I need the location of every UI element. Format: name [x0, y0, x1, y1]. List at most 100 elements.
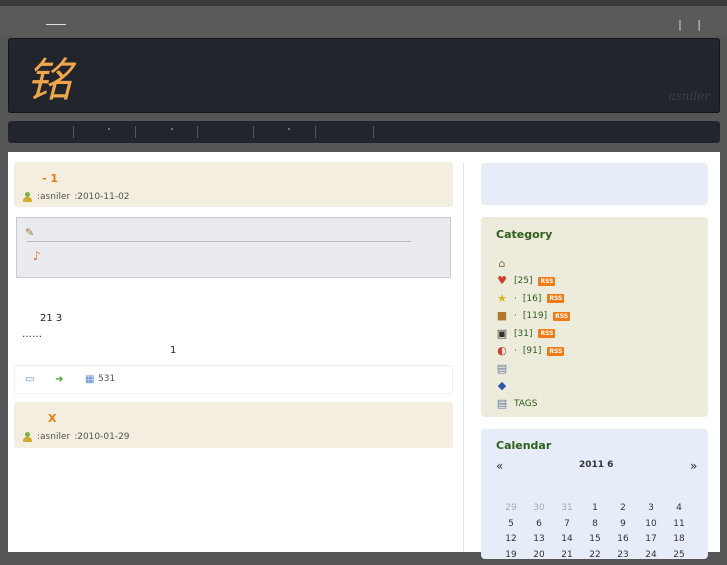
sidebar-search-box: [481, 163, 708, 205]
nav-separator: [197, 126, 198, 138]
calendar-day[interactable]: 6: [525, 519, 553, 535]
nav-separator: [315, 126, 316, 138]
calendar-week: 19202122232425: [497, 550, 707, 565]
calendar-day[interactable]: 12: [497, 534, 525, 550]
post-date: :2010-01-29: [74, 432, 129, 442]
calendar-day[interactable]: 18: [665, 534, 693, 550]
category-prefix: ·: [514, 294, 517, 304]
category-item[interactable]: ◐ · [91] RSS: [496, 343, 570, 361]
main-nav: [8, 121, 720, 143]
calendar-week: 567891011: [497, 519, 707, 535]
player-divider: [27, 241, 411, 242]
calendar-day[interactable]: 10: [637, 519, 665, 535]
category-count: [25]: [514, 276, 532, 286]
post-title[interactable]: X: [48, 412, 56, 425]
category-item[interactable]: ▤: [496, 360, 570, 378]
site-header: 铭 asniler: [8, 38, 720, 113]
post-body-line: 21 3: [40, 313, 62, 324]
category-item-home[interactable]: ⌂: [496, 255, 570, 273]
tags-icon: ▤: [496, 398, 508, 410]
category-title: Category: [496, 228, 552, 241]
post-date: :2010-11-02: [74, 192, 129, 202]
calendar-day[interactable]: 23: [609, 550, 637, 565]
star-icon: ★: [496, 293, 508, 305]
calendar-day[interactable]: 15: [581, 534, 609, 550]
music-note-icon[interactable]: ♪: [33, 249, 41, 263]
post-actions: ▭ ➜ ▦ 531: [14, 365, 453, 394]
calendar-day[interactable]: 17: [637, 534, 665, 550]
user-icon: [22, 432, 33, 442]
rss-icon[interactable]: RSS: [538, 277, 555, 286]
post-header: - 1 :asniler :2010-11-02: [14, 162, 453, 207]
site-logo[interactable]: 铭: [26, 44, 72, 110]
category-item[interactable]: ▣ [31] RSS: [496, 325, 570, 343]
calendar-day[interactable]: 21: [553, 550, 581, 565]
category-item[interactable]: ■ · [119] RSS: [496, 308, 570, 326]
calendar-day[interactable]: 13: [525, 534, 553, 550]
calendar-day[interactable]: 7: [553, 519, 581, 535]
box-icon: ■: [496, 310, 508, 322]
arrow-right-icon[interactable]: ➜: [55, 374, 63, 385]
user-icon: [22, 192, 33, 202]
nav-separator: [373, 126, 374, 138]
calendar-day[interactable]: 31: [553, 503, 581, 519]
instrument-icon: ✎: [25, 226, 34, 239]
post-meta: :asniler :2010-11-02: [22, 192, 130, 202]
category-item[interactable]: ◆: [496, 378, 570, 396]
calendar-day[interactable]: 19: [497, 550, 525, 565]
category-list: ⌂ ♥ [25] RSS ★ · [16] RSS ■ · [119] RSS …: [496, 255, 570, 413]
category-count: [16]: [523, 294, 541, 304]
category-item[interactable]: ♥ [25] RSS: [496, 273, 570, 291]
view-count: 531: [98, 374, 115, 384]
calendar-day[interactable]: 8: [581, 519, 609, 535]
calendar-week: 2930311234: [497, 503, 707, 519]
home-icon: ⌂: [496, 258, 508, 270]
calendar-day[interactable]: 9: [609, 519, 637, 535]
category-count: [119]: [523, 311, 547, 321]
nav-item[interactable]: [108, 128, 110, 130]
category-item[interactable]: ★ · [16] RSS: [496, 290, 570, 308]
calendar-icon: ▦: [85, 374, 94, 385]
calendar-day[interactable]: 24: [637, 550, 665, 565]
compass-icon: ◐: [496, 345, 508, 357]
calendar-next[interactable]: »: [690, 459, 697, 473]
calendar-prev[interactable]: «: [496, 459, 503, 473]
rss-icon[interactable]: RSS: [553, 312, 570, 321]
calendar-day[interactable]: 22: [581, 550, 609, 565]
calendar-day[interactable]: 4: [665, 503, 693, 519]
calendar-day[interactable]: 2: [609, 503, 637, 519]
nav-item[interactable]: [171, 128, 173, 130]
nav-separator: [253, 126, 254, 138]
content-area: - 1 :asniler :2010-11-02 ✎ ♪ 21 3 …… 1 ▭…: [8, 152, 720, 552]
calendar-day[interactable]: 5: [497, 519, 525, 535]
calendar-day[interactable]: 14: [553, 534, 581, 550]
calendar-day[interactable]: 3: [637, 503, 665, 519]
calendar-day[interactable]: 20: [525, 550, 553, 565]
page-icon: ▤: [496, 363, 508, 375]
heart-icon: ♥: [496, 275, 508, 287]
nav-item[interactable]: [288, 128, 290, 130]
calendar-day[interactable]: 25: [665, 550, 693, 565]
calendar-day[interactable]: 1: [581, 503, 609, 519]
post-author[interactable]: :asniler: [37, 432, 70, 442]
nav-separator: [135, 126, 136, 138]
calendar-month: 2011 6: [579, 460, 613, 470]
rss-icon[interactable]: RSS: [547, 294, 564, 303]
person-icon: ▣: [496, 328, 508, 340]
calendar-day[interactable]: 16: [609, 534, 637, 550]
rss-icon[interactable]: RSS: [538, 329, 555, 338]
calendar-day[interactable]: 11: [665, 519, 693, 535]
post-title[interactable]: - 1: [42, 172, 58, 185]
calendar-day[interactable]: 29: [497, 503, 525, 519]
comment-icon[interactable]: ▭: [25, 374, 34, 385]
calendar-day[interactable]: 30: [525, 503, 553, 519]
post-meta: :asniler :2010-01-29: [22, 432, 130, 442]
music-player-box: ✎ ♪: [16, 217, 451, 278]
post-author[interactable]: :asniler: [37, 192, 70, 202]
category-count: [31]: [514, 329, 532, 339]
calendar-week: 12131415161718: [497, 534, 707, 550]
rss-icon[interactable]: RSS: [547, 347, 564, 356]
calendar-box: Calendar « 2011 6 » 29303112345678910111…: [481, 429, 708, 559]
site-signature: asniler: [668, 89, 710, 103]
category-item-tags[interactable]: ▤ TAGS: [496, 395, 570, 413]
